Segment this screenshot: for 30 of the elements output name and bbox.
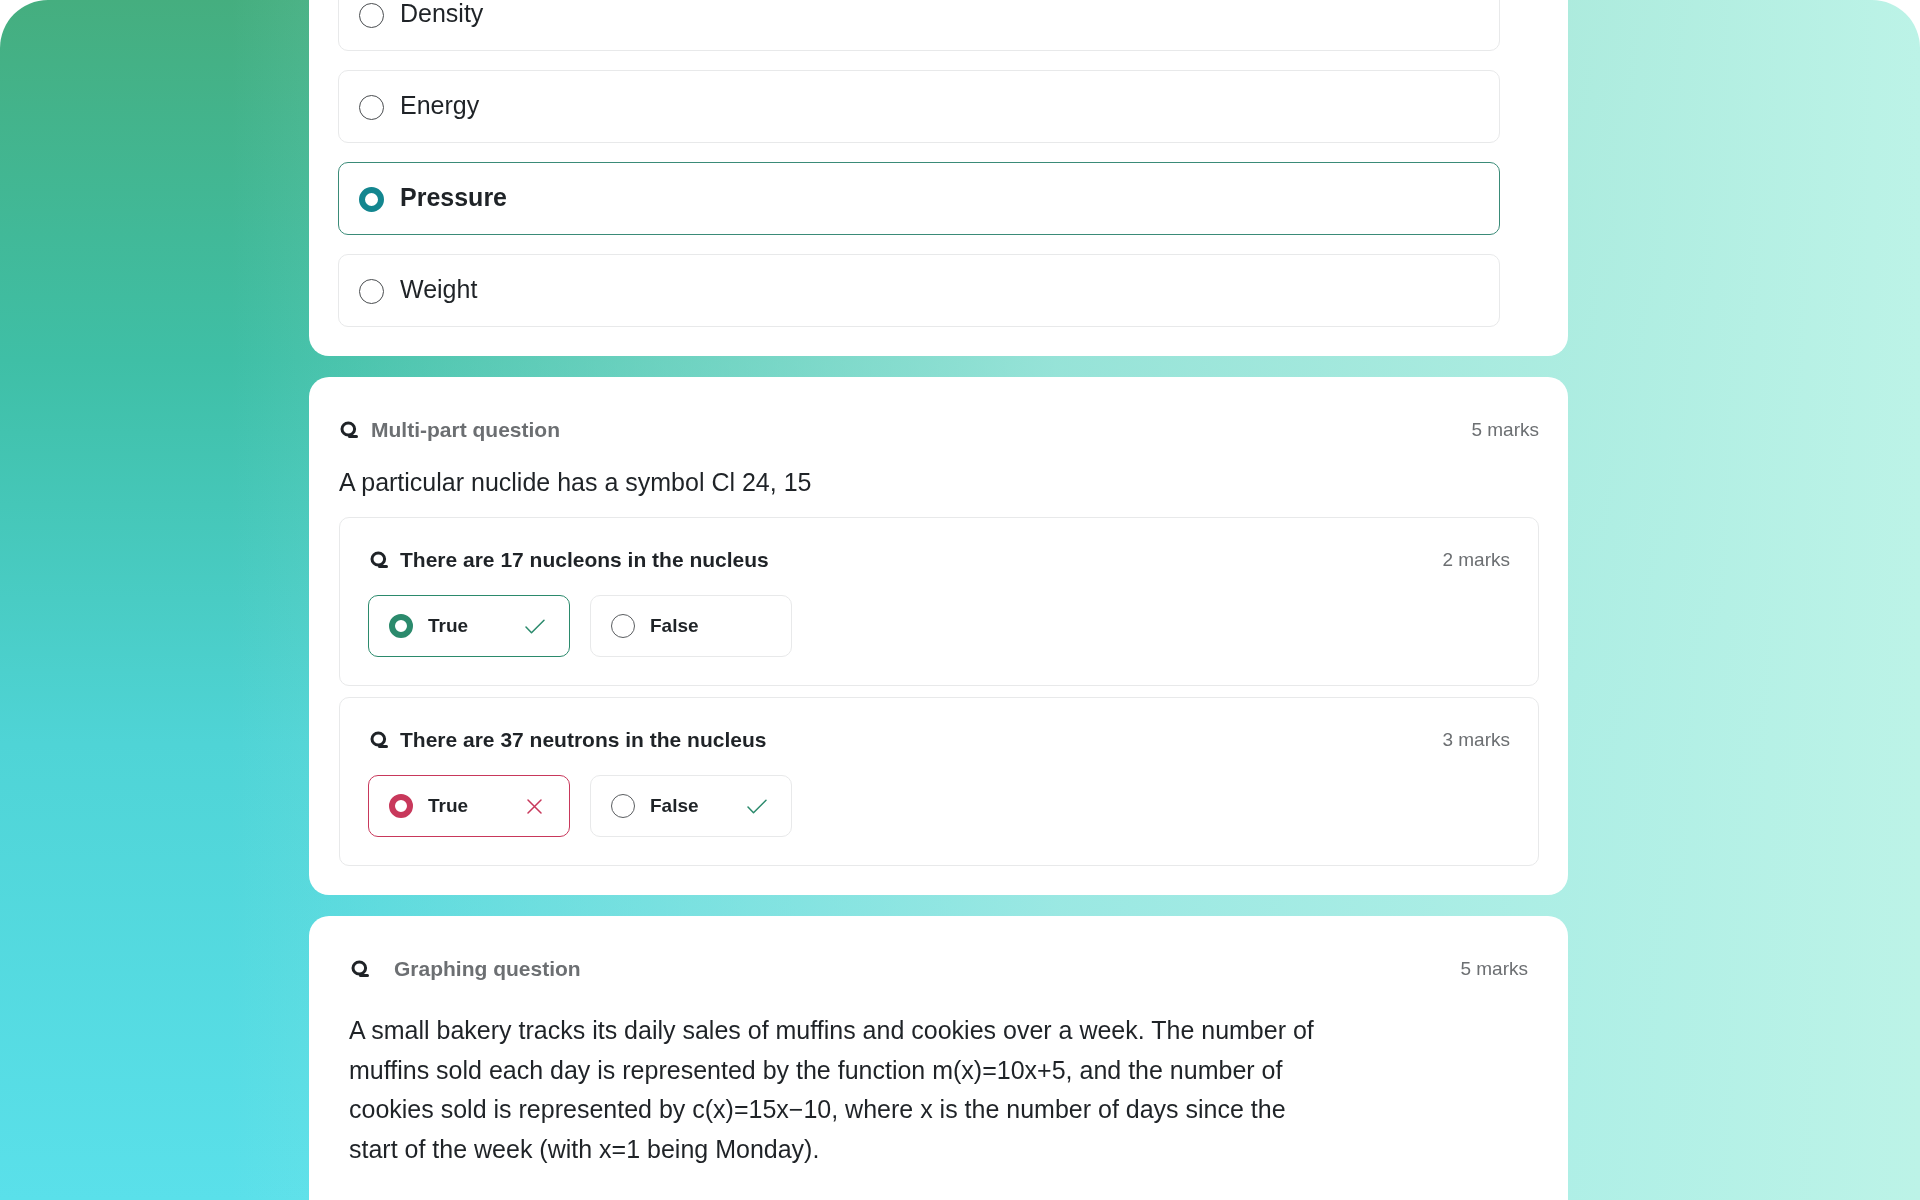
answer-option[interactable]: Energy <box>338 70 1500 143</box>
answer-option[interactable]: False <box>590 595 792 657</box>
question-text: A small bakery tracks its daily sales of muffins and cookies over a week. The number of muffins sold each day is represented by the function m(x)=10x+5, and the number of cookies sold is represented by c(x)=15x−10, where x is the number of days since the start of the week (with x=1 being Monday). <box>349 1015 1315 1165</box>
question-type-label: Multi-part question <box>371 417 560 443</box>
radio-button[interactable] <box>389 794 413 818</box>
q-icon <box>351 960 369 978</box>
radio-button[interactable] <box>359 3 384 28</box>
q-icon <box>370 551 388 569</box>
answer-option[interactable]: True <box>368 775 570 837</box>
radio-button[interactable] <box>359 279 384 304</box>
q-icon <box>340 421 358 439</box>
q-icon <box>370 731 388 749</box>
marks-label: 2 marks <box>1442 548 1510 572</box>
radio-button[interactable] <box>389 614 413 638</box>
radio-button[interactable] <box>359 95 384 120</box>
question-type-label: Graphing question <box>394 956 581 982</box>
part-prompt: There are 17 nucleons in the nucleus <box>400 547 769 573</box>
answer-option[interactable]: Density <box>338 0 1500 51</box>
answer-option[interactable]: False <box>590 775 792 837</box>
part-prompt: There are 37 neutrons in the nucleus <box>400 727 767 753</box>
marks-label: 5 marks <box>1460 957 1528 981</box>
question-text: A particular nuclide has a symbol Cl 24, 15 <box>339 467 813 497</box>
radio-button[interactable] <box>359 187 384 212</box>
marks-label: 5 marks <box>1471 418 1539 442</box>
marks-label: 3 marks <box>1442 728 1510 752</box>
answer-option[interactable]: True <box>368 595 570 657</box>
radio-button[interactable] <box>611 794 635 818</box>
radio-button[interactable] <box>611 614 635 638</box>
answer-option[interactable]: Weight <box>338 254 1500 327</box>
answer-option[interactable]: Pressure <box>338 162 1500 235</box>
